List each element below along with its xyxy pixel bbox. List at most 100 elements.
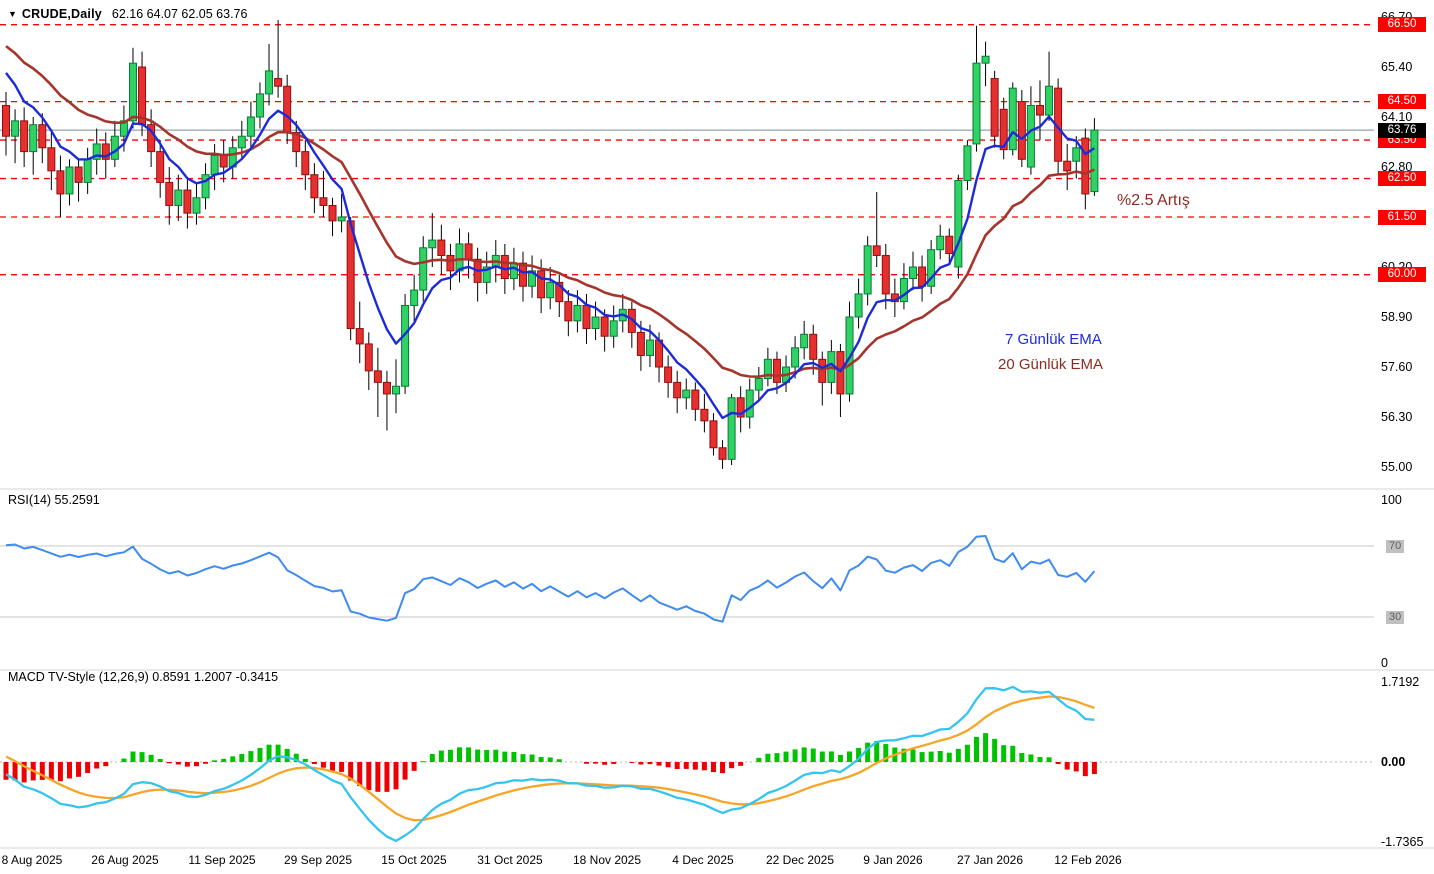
macd-histogram-bar [1019,753,1024,762]
candle-body [746,390,753,417]
macd-histogram-bar [1010,746,1015,762]
macd-histogram-bar [675,762,680,769]
candle-body [311,175,318,198]
macd-histogram-bar [693,762,698,770]
candle-body [247,117,254,136]
candle-body [338,217,345,221]
candle-body [12,121,19,136]
candle-body [873,246,880,256]
candle-body [211,155,218,174]
macd-histogram-bar [149,755,154,762]
candle-body [592,317,599,329]
candle-body [302,152,309,175]
macd-histogram-bar [911,749,916,762]
candle-body [284,86,291,132]
macd-histogram-bar [366,762,371,790]
macd-histogram-bar [412,762,417,771]
candle-body [991,79,998,137]
macd-histogram-bar [793,749,798,762]
macd-histogram-bar [938,751,943,762]
macd-histogram-bar [929,752,934,762]
candle-body [383,382,390,394]
macd-histogram-bar [239,754,244,762]
macd-histogram-bar [811,749,816,762]
candle-body [646,340,653,355]
candle-body [1073,148,1080,161]
candle-body [801,334,808,347]
macd-histogram-bar [838,755,843,762]
macd-histogram-bar [729,762,734,768]
macd-histogram-bar [956,749,961,762]
macd-histogram-bar [303,759,308,762]
macd-histogram-bar [1047,757,1052,762]
macd-histogram-bar [947,753,952,762]
candle-body [48,148,55,171]
chart-canvas[interactable] [0,0,1434,874]
candle-body [193,198,200,213]
macd-histogram-bar [511,752,516,762]
macd-histogram-bar [548,757,553,762]
candle-body [946,236,953,253]
candle-body [973,63,980,144]
macd-histogram-bar [584,762,589,764]
candle-body [57,171,64,194]
candle-body [393,386,400,394]
macd-histogram-bar [1056,762,1061,764]
candle-body [465,244,472,259]
macd-histogram-bar [847,751,852,762]
macd-histogram-bar [248,751,253,762]
candle-body [692,390,699,409]
macd-histogram-bar [67,762,72,778]
macd-histogram-bar [520,754,525,762]
macd-histogram-bar [774,753,779,762]
macd-histogram-bar [285,749,290,762]
candle-body [982,56,989,63]
macd-histogram-bar [756,758,761,762]
macd-histogram-bar [530,755,535,762]
candle-body [665,367,672,382]
macd-histogram-bar [711,762,716,772]
macd-histogram-bar [657,762,662,766]
candle-body [139,67,146,125]
candle-body [1082,138,1089,194]
macd-histogram-bar [702,762,707,770]
candle-body [275,79,282,87]
macd-histogram-bar [121,759,126,762]
candle-body [1018,102,1025,160]
macd-histogram-bar [448,750,453,762]
macd-histogram-bar [738,762,743,766]
candle-body [1036,105,1043,115]
macd-histogram-bar [103,762,108,766]
macd-histogram-bar [176,762,181,764]
candle-body [819,359,826,382]
rsi-line [6,536,1094,622]
candle-body [755,379,762,391]
candle-body [719,448,726,460]
macd-histogram-bar [466,747,471,762]
candle-body [855,294,862,317]
macd-histogram-bar [638,762,643,765]
candle-body [1046,86,1053,115]
candle-body [3,105,10,136]
candle-body [447,255,454,270]
candle-body [637,332,644,355]
macd-histogram-bar [257,748,262,762]
candle-body [256,94,263,117]
candle-body [728,398,735,460]
candle-body [266,71,273,94]
candle-body [420,248,427,290]
candle-body [456,244,463,271]
candle-body [583,305,590,328]
macd-histogram-bar [158,759,163,762]
candle-body [75,167,82,182]
candle-body [66,167,73,194]
macd-histogram-bar [212,760,217,762]
candle-body [1009,88,1016,150]
candle-body [610,321,617,336]
macd-histogram-bar [203,762,208,764]
trading-chart-window: ▼CRUDE,Daily62.16 64.07 62.05 63.76 RSI(… [0,0,1434,874]
macd-histogram-bar [321,762,326,768]
macd-histogram-bar [965,745,970,762]
macd-histogram-bar [983,733,988,762]
candle-body [238,136,245,148]
